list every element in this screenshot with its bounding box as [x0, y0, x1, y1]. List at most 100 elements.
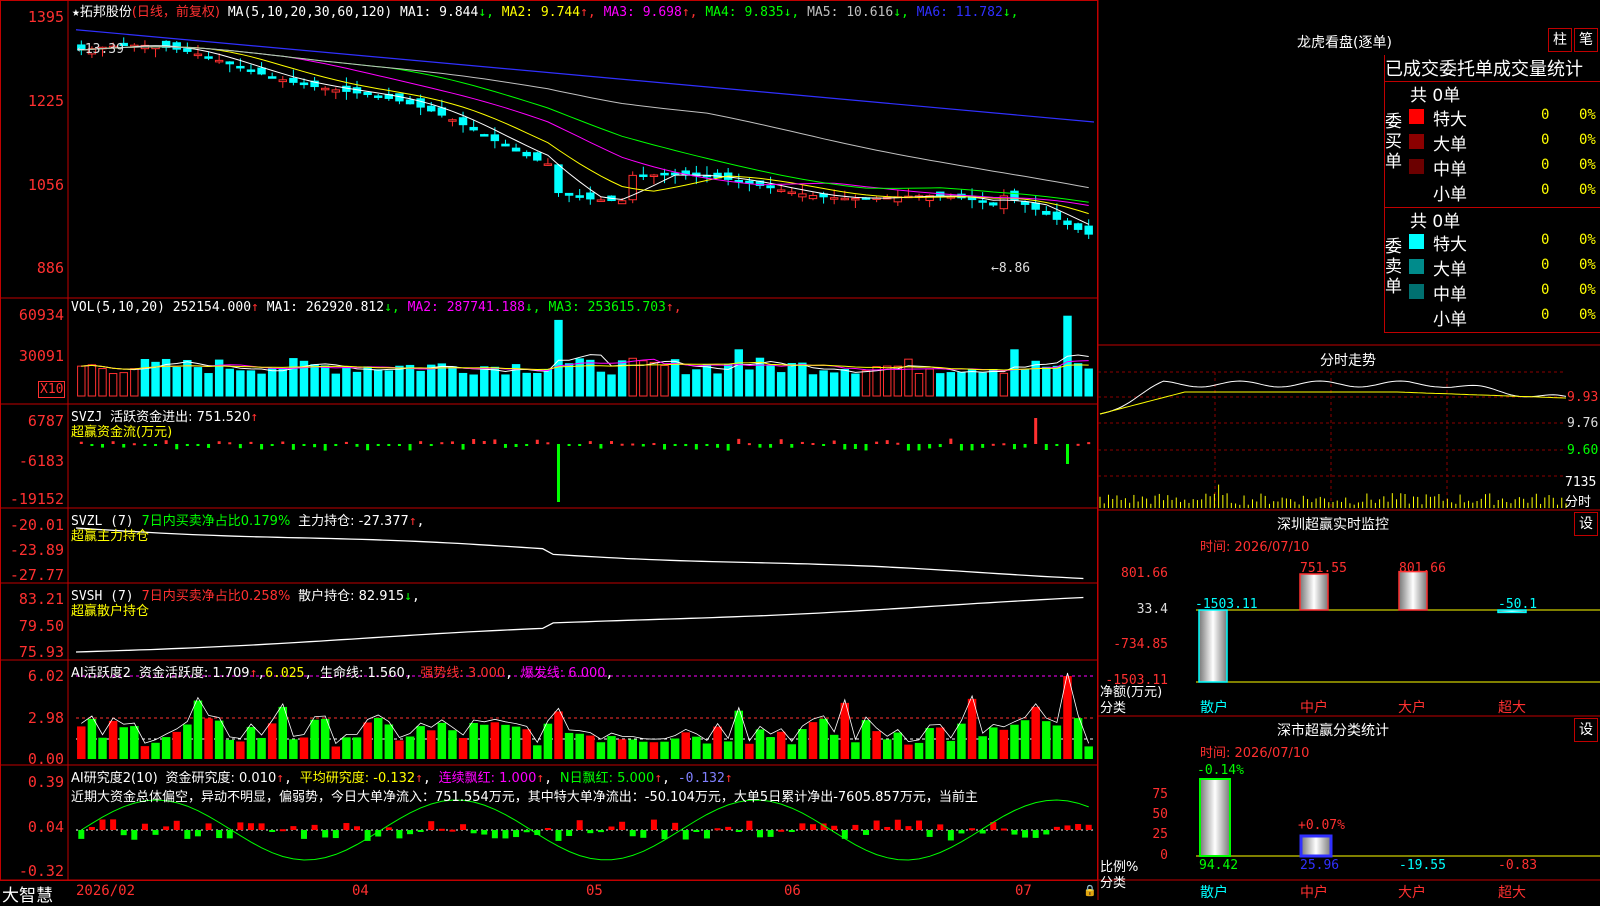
sell-label: 委卖单: [1385, 237, 1402, 297]
ai-research-header: AI研究度2(10) 资金研究度: 0.010↑, 平均研究度: -0.132↑…: [71, 771, 733, 786]
star-icon[interactable]: ★: [72, 5, 80, 20]
ai-active-label1: 资金活跃度: 1.709: [138, 666, 250, 681]
date-tick-2: 04: [352, 883, 369, 899]
sell-order-name: 中单: [1433, 285, 1467, 305]
sz-classify-category: 超大: [1498, 885, 1526, 901]
sz-classify-category: 散户: [1200, 885, 1228, 901]
intraday-price-2: 9.76: [1567, 416, 1599, 431]
svsh-axis-2: 79.50: [18, 617, 64, 635]
svzl-axis-2: -23.89: [9, 541, 64, 559]
svzl-arrow: ↑: [408, 514, 417, 529]
vol-ma-legend-3: MA3: 253615.703: [548, 300, 666, 315]
sell-order-row: 大单 0 0%: [1409, 255, 1599, 280]
ai-active-header: AI活跃度2 资金活跃度: 1.709↑,6.025, 生命线: 1.560, …: [71, 666, 614, 681]
intraday-price-3: 9.60: [1567, 443, 1599, 458]
high-marker: ←13.39: [77, 42, 124, 57]
buy-order-name: 小单: [1433, 185, 1467, 205]
buy-order-row: 中单 0 0%: [1409, 155, 1599, 180]
date-tick-3: 05: [586, 883, 603, 899]
dragon-tiger-title: 龙虎看盘(逐单): [1297, 35, 1392, 51]
price-axis-4: 886: [36, 259, 64, 277]
sell-order-swatch: [1409, 259, 1424, 274]
sell-order-pct: 0%: [1579, 232, 1596, 248]
lock-icon[interactable]: 🔒: [1083, 884, 1097, 897]
sell-order-count: 0: [1541, 232, 1550, 248]
buy-order-pct: 0%: [1579, 132, 1596, 148]
ai-active-label4: 强势线: 3.000: [420, 666, 506, 681]
ma-legend-4: MA4: 9.835: [705, 5, 784, 20]
ma-legend-6: MA6: 11.782: [916, 5, 1003, 20]
buy-order-swatch: [1409, 184, 1424, 199]
sz-classify-axis-1: 75: [1152, 787, 1168, 802]
sell-order-name: 大单: [1433, 260, 1467, 280]
ma-arrow-6: ↓,: [1002, 5, 1019, 20]
intraday-vol-top: 7135: [1565, 475, 1597, 490]
sz-classify-axis-sub: 分类: [1100, 876, 1127, 891]
buy-order-count: 0: [1541, 107, 1550, 123]
vol-ma-legend-1: MA1: 262920.812: [266, 300, 385, 315]
tab-bi[interactable]: 笔: [1574, 28, 1598, 52]
vol-ma-arrow-1: ↓,: [384, 300, 408, 315]
buy-order-name: 大单: [1433, 135, 1467, 155]
vol-ma-legend-2: MA2: 287741.188: [407, 300, 525, 315]
period-label: (日线，前复权): [131, 5, 220, 20]
buy-order-row: 小单 0 0%: [1409, 180, 1599, 205]
ai-research-axis-1: 0.39: [27, 773, 64, 791]
sell-order-swatch: [1409, 284, 1424, 299]
sz-axis-3: -734.85: [1113, 637, 1168, 652]
vol-axis-2: 30091: [18, 347, 64, 365]
buy-order-swatch: [1409, 159, 1424, 174]
buy-order-pct: 0%: [1579, 157, 1596, 173]
svzj-axis-3: -19152: [9, 490, 64, 508]
ma-legend-3: MA3: 9.698: [603, 5, 682, 20]
ma-arrow-5: ↓,: [893, 5, 917, 20]
sell-order-swatch: [1409, 234, 1424, 249]
sell-order-count: 0: [1541, 257, 1550, 273]
app-logo[interactable]: 大智慧: [2, 881, 53, 906]
sell-order-name: 小单: [1433, 310, 1467, 330]
vol-unit: X10: [38, 381, 66, 398]
buy-total: 共 0单: [1410, 86, 1461, 106]
sell-order-name: 特大: [1433, 235, 1467, 255]
low-marker: ←8.86: [991, 261, 1031, 276]
intraday-price-1: 9.93: [1567, 390, 1599, 405]
intraday-title: 分时走势: [1320, 353, 1376, 369]
vol-header: VOL(5,10,20) 252154.000↑ MA1: 262920.812…: [71, 300, 682, 315]
ai-research-label4: N日飘红: 5.000: [559, 771, 655, 786]
sz-monitor-settings[interactable]: 设: [1574, 512, 1598, 536]
vol-ma-arrow-2: ↓,: [524, 300, 549, 315]
ai-research-axis-3: -0.32: [18, 862, 64, 880]
ai-research-label2: 平均研究度: -0.132: [299, 771, 416, 786]
sz-axis-1: 801.66: [1121, 566, 1168, 581]
ai-active-axis-2: 2.98: [27, 709, 64, 727]
ma-arrow-4: ↓,: [783, 5, 808, 20]
vol-value: 252154.000: [172, 300, 252, 315]
date-tick-4: 06: [784, 883, 801, 899]
vol-axis-1: 60934: [18, 306, 64, 324]
chart-header: ★拓邦股份(日线，前复权) MA(5,10,20,30,60,120) MA1:…: [72, 1, 1018, 20]
sell-order-row: 小单 0 0%: [1409, 305, 1599, 330]
sell-order-pct: 0%: [1579, 282, 1596, 298]
svsh-arrow: ↓: [404, 589, 412, 604]
sz-classify-category: 中户: [1300, 885, 1328, 901]
svzl-label1: 7日内买卖净占比0.179%: [141, 514, 291, 529]
svzj-axis-2: -6183: [18, 452, 64, 470]
svzl-axis-1: -20.01: [9, 516, 64, 534]
ai-research-title: AI研究度2(10): [71, 771, 158, 786]
svzj-arrow: ↑: [250, 410, 259, 425]
sell-total: 共 0单: [1410, 212, 1461, 232]
tab-zhu[interactable]: 柱: [1548, 28, 1572, 52]
stock-name: 拓邦股份: [79, 5, 132, 20]
ma-arrow-2: ↑,: [580, 5, 604, 20]
ma-params: MA(5,10,20,30,60,120): [227, 5, 393, 20]
buy-order-name: 中单: [1433, 160, 1467, 180]
ma-legend-1: MA1: 9.844: [400, 5, 479, 20]
sell-order-row: 特大 0 0%: [1409, 230, 1599, 255]
sz-classify-settings[interactable]: 设: [1574, 718, 1598, 742]
buy-label: 委买单: [1385, 112, 1402, 172]
buy-order-row: 特大 0 0%: [1409, 105, 1599, 130]
sz-monitor-category: 大户: [1398, 700, 1426, 716]
date-tick-1: 2026/02: [76, 883, 136, 899]
ai-research-label5: -0.132: [677, 771, 725, 786]
svzl-label2: 主力持仓: -27.377: [298, 514, 409, 529]
